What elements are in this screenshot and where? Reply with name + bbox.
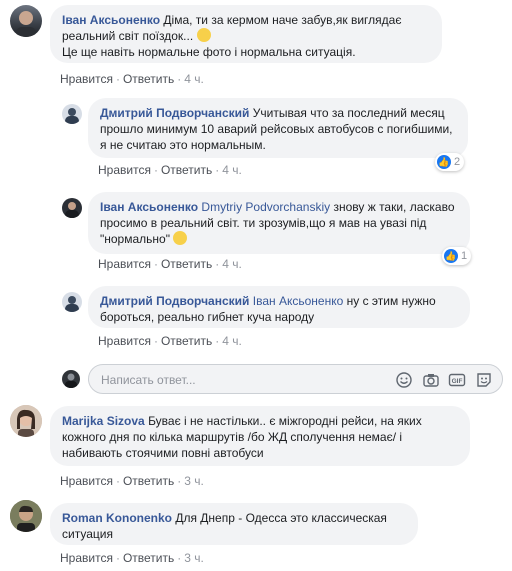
comment-actions: Нравится · Ответить · 4 ч. (98, 257, 242, 271)
timestamp[interactable]: 3 ч. (184, 474, 204, 488)
current-user-avatar (62, 370, 80, 388)
comment-author[interactable]: Іван Аксьоненко (100, 200, 198, 214)
reaction-number: 1 (461, 250, 468, 262)
timestamp[interactable]: 3 ч. (184, 551, 204, 565)
timestamp[interactable]: 4 ч. (184, 72, 204, 86)
smiling-emoji-icon (173, 231, 188, 245)
reply-link[interactable]: Ответить (161, 163, 212, 177)
reply-box: GIF (88, 364, 503, 394)
camera-icon[interactable] (422, 371, 440, 389)
comment-bubble: Roman Kononenko Для Днепр - Одесса это к… (50, 503, 418, 545)
comment-actions: Нравится · Ответить · 4 ч. (98, 163, 242, 177)
avatar[interactable] (62, 198, 82, 218)
comment-bubble: Дмитрий Подворчанский Учитывая что за по… (88, 98, 468, 158)
reply-link[interactable]: Ответить (123, 551, 174, 565)
comment-actions: Нравится · Ответить · 3 ч. (60, 551, 204, 565)
comment-actions: Нравится · Ответить · 4 ч. (60, 72, 204, 86)
reply-link[interactable]: Ответить (161, 257, 212, 271)
comment-author[interactable]: Marijka Sizova (62, 414, 145, 428)
laughing-emoji-icon (196, 28, 211, 42)
avatar[interactable] (10, 500, 42, 532)
user-photo-icon (16, 11, 36, 37)
comment-author[interactable]: Roman Kononenko (62, 511, 172, 525)
comment-author[interactable]: Дмитрий Подворчанский (100, 294, 249, 308)
comment-bubble: Іван Аксьоненко Dmytriy Podvorchanskiy з… (88, 192, 470, 254)
reply-input[interactable] (99, 371, 363, 389)
like-link[interactable]: Нравится (60, 551, 113, 565)
avatar[interactable] (10, 5, 42, 37)
user-photo-icon (65, 108, 79, 124)
like-reaction-icon: 👍 (444, 249, 458, 263)
comment-bubble: Marijka Sizova Буває і не настільки.. є … (50, 406, 470, 466)
user-photo-icon (65, 296, 79, 312)
avatar[interactable] (10, 405, 42, 437)
like-link[interactable]: Нравится (60, 72, 113, 86)
user-photo-icon (10, 405, 42, 437)
comment-text-line2: Це ще навіть нормальне фото і нормальна … (62, 45, 356, 59)
like-link[interactable]: Нравится (98, 257, 151, 271)
comment-actions: Нравится · Ответить · 4 ч. (98, 334, 242, 348)
reaction-count[interactable]: 👍 2 (435, 153, 465, 171)
avatar[interactable] (62, 104, 82, 124)
like-link[interactable]: Нравится (98, 163, 151, 177)
timestamp[interactable]: 4 ч. (222, 257, 242, 271)
reaction-number: 2 (454, 156, 461, 168)
gif-icon[interactable]: GIF (448, 371, 466, 389)
timestamp[interactable]: 4 ч. (222, 334, 242, 348)
reply-link[interactable]: Ответить (123, 72, 174, 86)
user-photo-icon (65, 202, 79, 218)
user-photo-icon (65, 373, 77, 388)
mention-link[interactable]: Іван Аксьоненко (253, 294, 344, 308)
reaction-count[interactable]: 👍 1 (442, 247, 472, 265)
emoji-icon[interactable] (395, 371, 413, 389)
avatar[interactable] (62, 292, 82, 312)
comment-author[interactable]: Іван Аксьоненко (62, 13, 160, 27)
reply-link[interactable]: Ответить (123, 474, 174, 488)
user-photo-icon (10, 500, 42, 532)
like-link[interactable]: Нравится (98, 334, 151, 348)
like-link[interactable]: Нравится (60, 474, 113, 488)
svg-text:GIF: GIF (452, 378, 463, 385)
like-reaction-icon: 👍 (437, 155, 451, 169)
reply-link[interactable]: Ответить (161, 334, 212, 348)
sticker-icon[interactable] (475, 371, 493, 389)
comment-author[interactable]: Дмитрий Подворчанский (100, 106, 249, 120)
comment-bubble: Дмитрий Подворчанский Іван Аксьоненко ну… (88, 286, 470, 328)
timestamp[interactable]: 4 ч. (222, 163, 242, 177)
comment-bubble: Іван Аксьоненко Діма, ти за кермом наче … (50, 5, 442, 63)
comment-actions: Нравится · Ответить · 3 ч. (60, 474, 204, 488)
mention-link[interactable]: Dmytriy Podvorchanskiy (201, 200, 330, 214)
